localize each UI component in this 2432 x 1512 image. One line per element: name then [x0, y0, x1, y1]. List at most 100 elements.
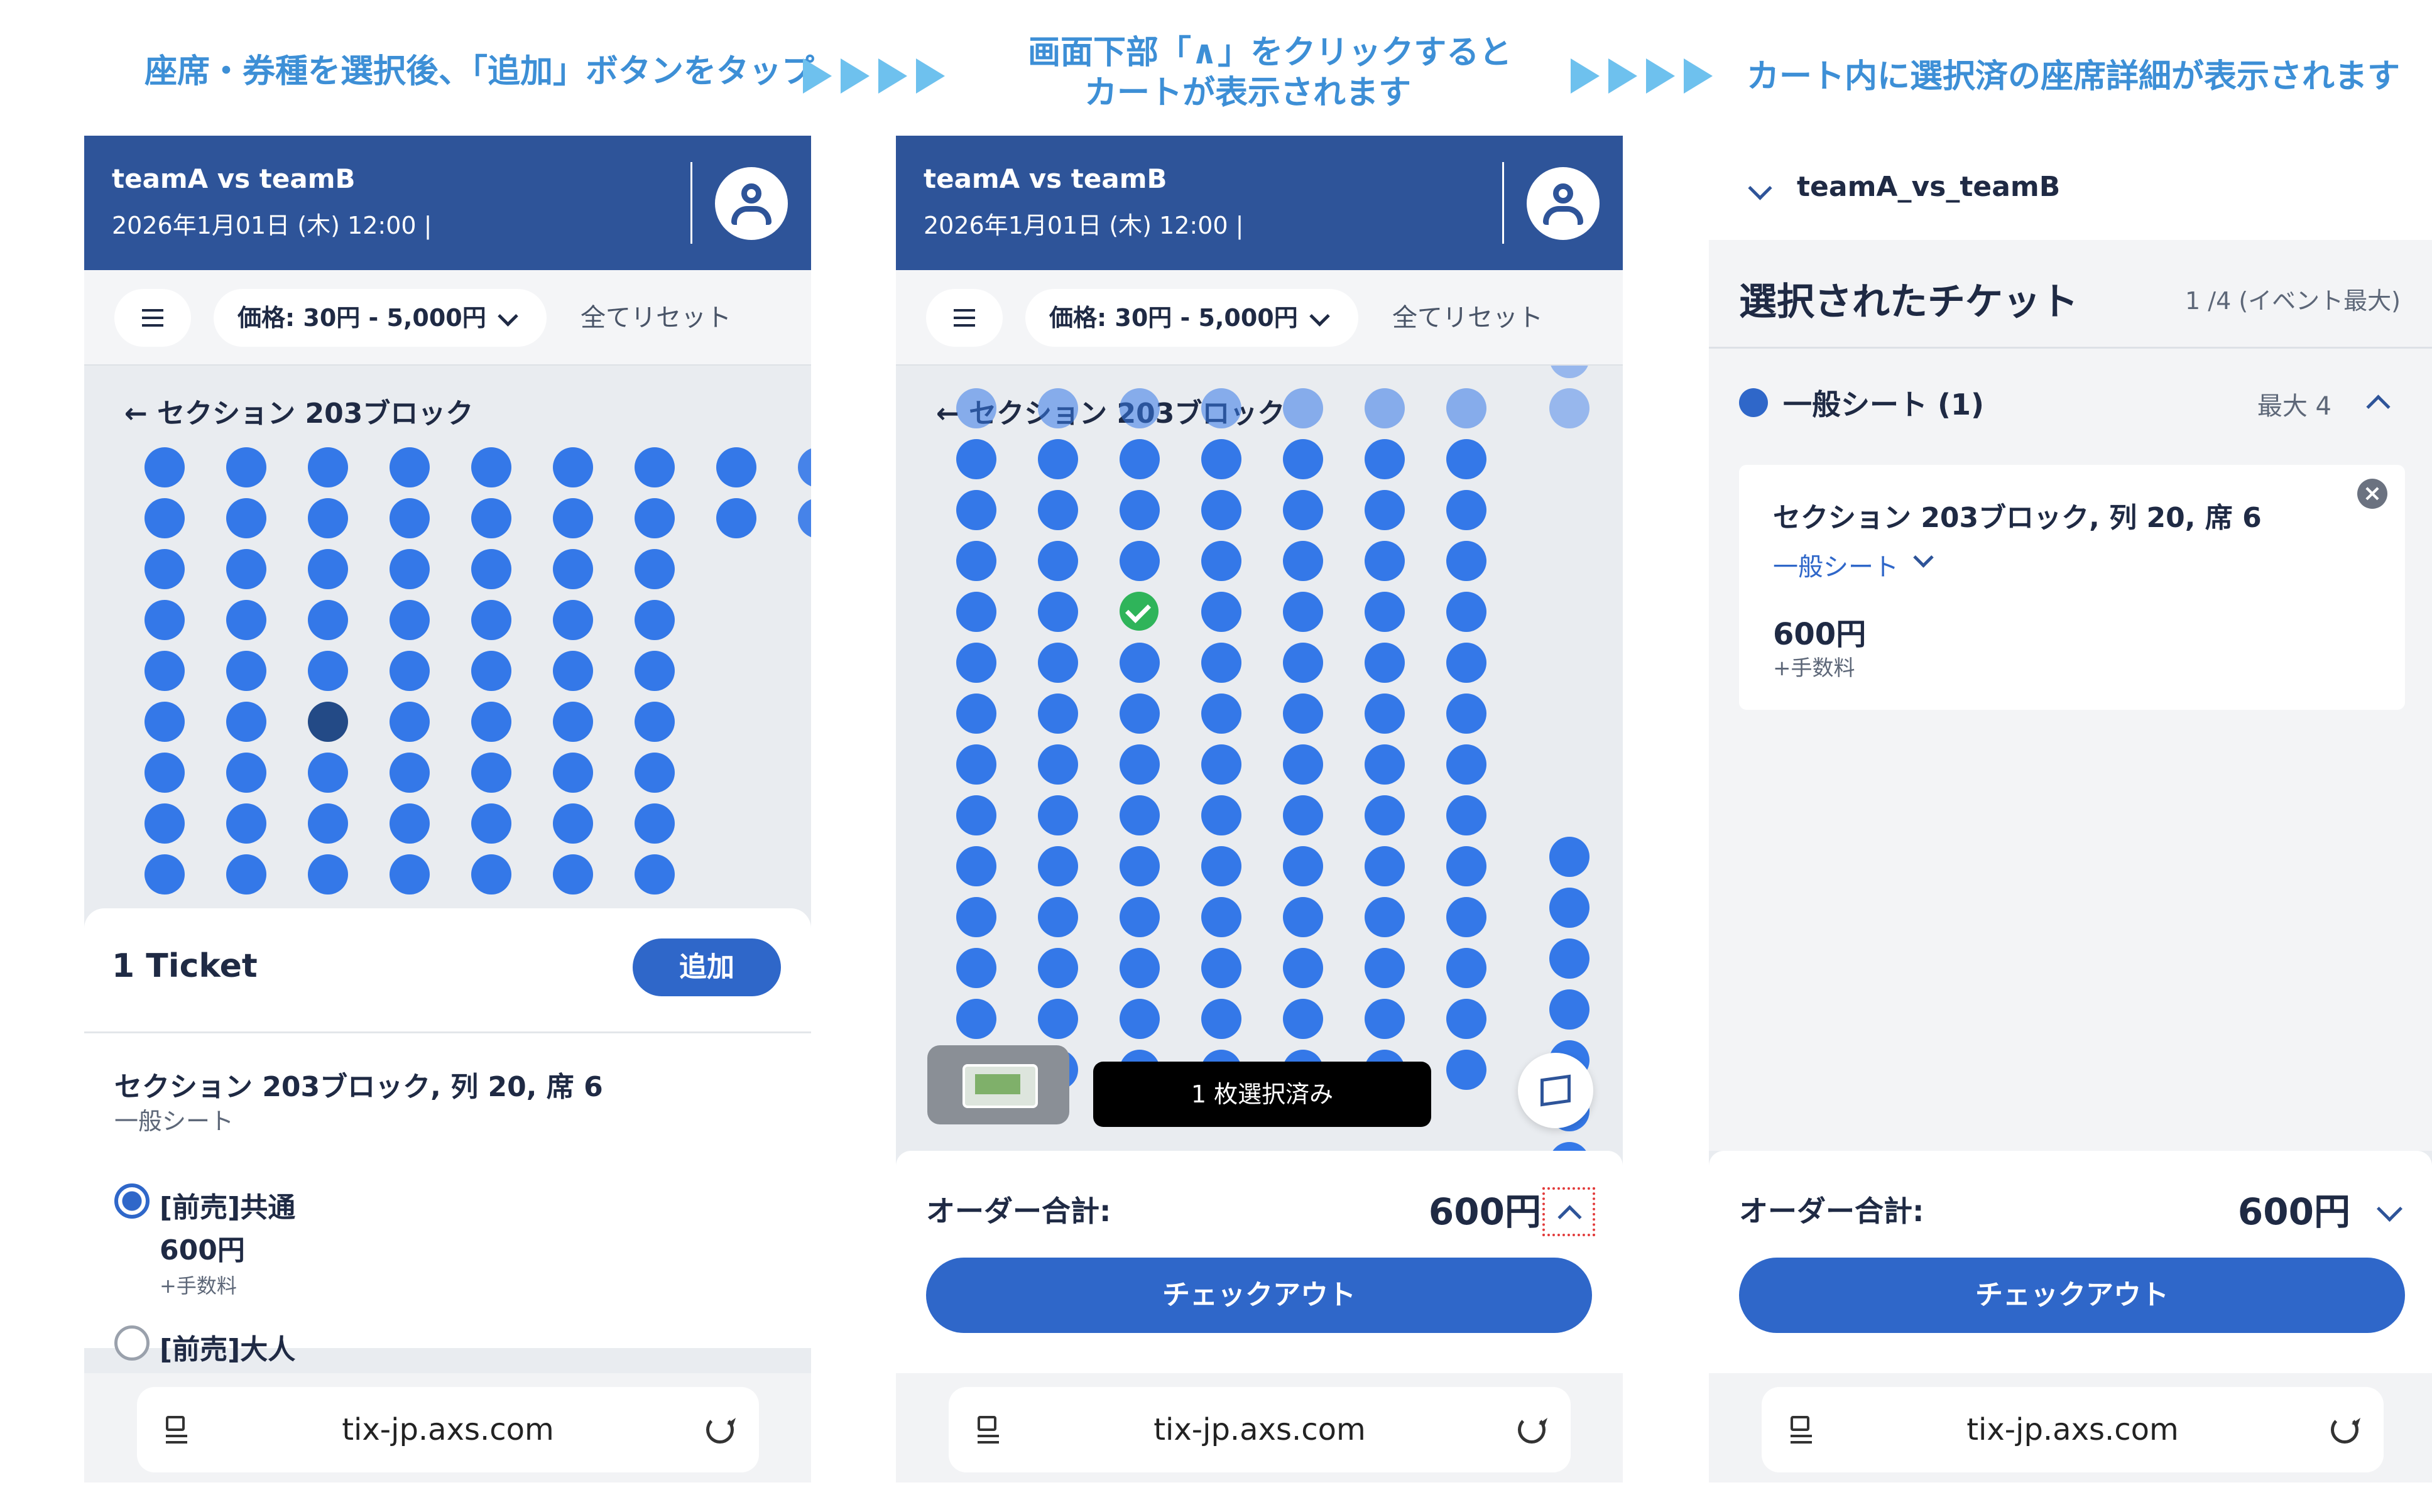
- seat[interactable]: [1446, 1050, 1486, 1090]
- seat[interactable]: [1365, 948, 1405, 988]
- seat[interactable]: [553, 702, 593, 742]
- seat[interactable]: [1201, 897, 1241, 937]
- seat[interactable]: [226, 600, 266, 640]
- seat[interactable]: [1549, 388, 1590, 428]
- seat[interactable]: [956, 592, 996, 632]
- seat[interactable]: [390, 498, 430, 538]
- seat[interactable]: [1365, 388, 1405, 428]
- seat[interactable]: [1201, 948, 1241, 988]
- seat[interactable]: [1283, 388, 1323, 428]
- seat[interactable]: [145, 803, 185, 844]
- seat[interactable]: [1365, 643, 1405, 683]
- seat[interactable]: [145, 549, 185, 589]
- seat[interactable]: [956, 541, 996, 581]
- seat[interactable]: [1038, 999, 1078, 1039]
- seat[interactable]: [1283, 592, 1323, 632]
- seat[interactable]: [1446, 592, 1486, 632]
- seat[interactable]: [1038, 693, 1078, 734]
- map-icon[interactable]: [1518, 1053, 1593, 1128]
- seat[interactable]: [1120, 795, 1160, 835]
- seat[interactable]: [1120, 948, 1160, 988]
- seat[interactable]: [553, 651, 593, 691]
- seat[interactable]: [226, 753, 266, 793]
- seat[interactable]: [956, 643, 996, 683]
- seat[interactable]: [1283, 897, 1323, 937]
- seat[interactable]: [956, 948, 996, 988]
- seat[interactable]: [1038, 744, 1078, 785]
- seat[interactable]: [471, 702, 511, 742]
- seat[interactable]: [1038, 795, 1078, 835]
- seat[interactable]: [1120, 693, 1160, 734]
- filter-settings-button[interactable]: [114, 289, 191, 347]
- expand-cart-chevron-up-icon[interactable]: [1542, 1187, 1595, 1236]
- seat[interactable]: [1201, 643, 1241, 683]
- reset-filters-link[interactable]: 全てリセット: [581, 289, 731, 347]
- seat[interactable]: [1446, 643, 1486, 683]
- seat[interactable]: [553, 498, 593, 538]
- seat[interactable]: [390, 753, 430, 793]
- seat[interactable]: [308, 498, 348, 538]
- seat[interactable]: [145, 702, 185, 742]
- stadium-thumbnail[interactable]: [927, 1045, 1069, 1124]
- reset-filters-link[interactable]: 全てリセット: [1392, 289, 1543, 347]
- seat[interactable]: [956, 490, 996, 530]
- seat[interactable]: [1038, 388, 1078, 428]
- seat[interactable]: [1120, 388, 1160, 428]
- seat[interactable]: [1365, 541, 1405, 581]
- seat[interactable]: [1446, 439, 1486, 479]
- seat[interactable]: [145, 600, 185, 640]
- account-icon[interactable]: [715, 167, 788, 240]
- seat[interactable]: [1201, 744, 1241, 785]
- seat[interactable]: [471, 854, 511, 895]
- seat[interactable]: [956, 693, 996, 734]
- seat[interactable]: [226, 702, 266, 742]
- seat[interactable]: [308, 753, 348, 793]
- seat[interactable]: [635, 498, 675, 538]
- seat[interactable]: [1283, 693, 1323, 734]
- seat[interactable]: [553, 600, 593, 640]
- checkout-button[interactable]: チェックアウト: [926, 1258, 1592, 1333]
- seat[interactable]: [1446, 490, 1486, 530]
- selected-seat[interactable]: [1120, 592, 1159, 631]
- seat[interactable]: [1201, 693, 1241, 734]
- seat[interactable]: [1201, 439, 1241, 479]
- seat[interactable]: [1549, 938, 1590, 979]
- seat[interactable]: [798, 498, 811, 538]
- seat[interactable]: [1201, 490, 1241, 530]
- seat-map[interactable]: ← セクション 203ブロック: [896, 366, 1623, 1151]
- seat[interactable]: [390, 854, 430, 895]
- seat[interactable]: [1283, 643, 1323, 683]
- seat[interactable]: [553, 854, 593, 895]
- seat[interactable]: [1120, 541, 1160, 581]
- seat[interactable]: [1120, 744, 1160, 785]
- seat[interactable]: [956, 846, 996, 886]
- seat[interactable]: [226, 447, 266, 487]
- seat[interactable]: [390, 803, 430, 844]
- seat[interactable]: [308, 549, 348, 589]
- price-filter[interactable]: 価格: 30円 - 5,000円: [1025, 289, 1358, 347]
- tabs-icon[interactable]: [163, 1416, 191, 1444]
- seat[interactable]: [1446, 897, 1486, 937]
- seat[interactable]: [1283, 490, 1323, 530]
- seat[interactable]: [1038, 897, 1078, 937]
- seat[interactable]: [1038, 948, 1078, 988]
- seat[interactable]: [1038, 541, 1078, 581]
- seat[interactable]: [226, 803, 266, 844]
- seat[interactable]: [1201, 795, 1241, 835]
- seat[interactable]: [471, 753, 511, 793]
- seat[interactable]: [1549, 837, 1590, 877]
- seat[interactable]: [635, 854, 675, 895]
- radio-option-2[interactable]: [114, 1325, 150, 1361]
- seat[interactable]: [1446, 541, 1486, 581]
- seat[interactable]: [1201, 541, 1241, 581]
- seat[interactable]: [1446, 744, 1486, 785]
- url-field[interactable]: tix-jp.axs.com: [949, 1387, 1571, 1472]
- seat[interactable]: [635, 651, 675, 691]
- seat[interactable]: [1038, 592, 1078, 632]
- seat[interactable]: [1365, 592, 1405, 632]
- seat[interactable]: [1038, 643, 1078, 683]
- seat[interactable]: [1365, 897, 1405, 937]
- seat[interactable]: [635, 447, 675, 487]
- seat[interactable]: [635, 549, 675, 589]
- seat[interactable]: [1283, 948, 1323, 988]
